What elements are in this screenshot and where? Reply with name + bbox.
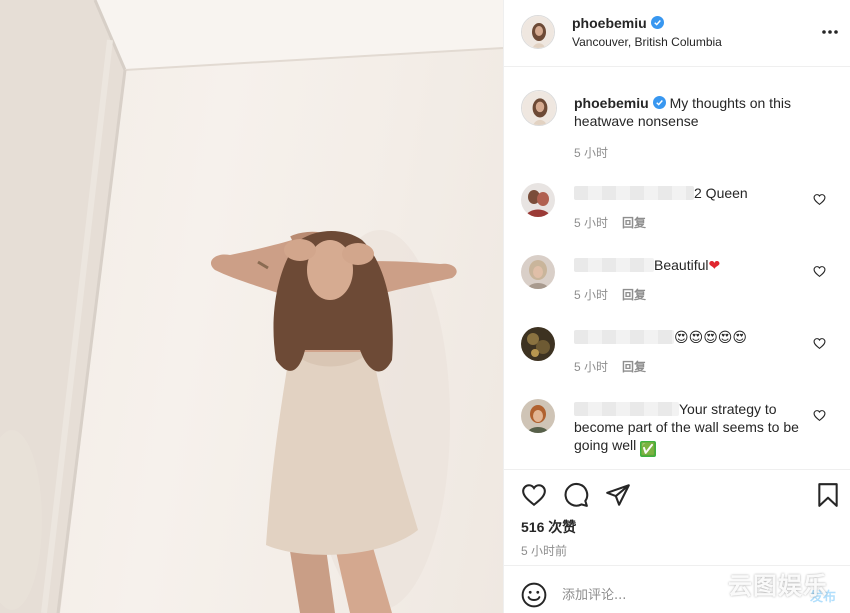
comment-like-icon[interactable] xyxy=(813,265,826,278)
comment-item: 😍😍😍😍😍 5 小时 回复 xyxy=(504,327,850,399)
redacted-username xyxy=(574,330,674,344)
comment-like-icon[interactable] xyxy=(813,409,826,422)
reply-button[interactable]: 回复 xyxy=(622,288,646,302)
comment-text-row: Beautiful❤ xyxy=(574,256,804,274)
commenter-avatar[interactable] xyxy=(521,327,555,361)
comment-icon[interactable] xyxy=(563,482,589,508)
author-avatar[interactable] xyxy=(521,15,555,49)
comment-meta: 5 小时 回复 xyxy=(574,358,646,375)
comment-text-row: 😍😍😍😍😍 xyxy=(574,328,804,346)
paper-plane-icon[interactable] xyxy=(605,482,631,508)
caption-author-avatar[interactable] xyxy=(521,90,557,126)
comment-like-icon[interactable] xyxy=(813,337,826,350)
post-photo[interactable] xyxy=(0,0,503,613)
verified-badge-icon xyxy=(650,16,664,29)
comment-meta: 5 小时 回复 xyxy=(574,286,646,303)
caption-time: 5 小时 xyxy=(574,146,609,160)
commenter-avatar[interactable] xyxy=(521,183,555,217)
post-actions: 516 次赞 5 小时前 xyxy=(504,469,850,564)
comment-text: 2 Queen xyxy=(694,185,748,201)
comment-item: Beautiful❤ 5 小时 回复 xyxy=(504,255,850,327)
comment-like-icon[interactable] xyxy=(813,193,826,206)
post-photo-art xyxy=(0,0,503,613)
post-caption: phoebemiu My thoughts on this heatwave n… xyxy=(574,94,819,130)
heart-emoji: ❤ xyxy=(708,257,721,273)
post-header: phoebemiu Vancouver, British Columbia xyxy=(504,0,850,67)
bookmark-icon[interactable] xyxy=(815,482,841,508)
comment-time: 5 小时 xyxy=(574,288,609,302)
more-options-icon[interactable] xyxy=(820,22,840,42)
like-count[interactable]: 516 次赞 xyxy=(521,517,576,537)
post-location[interactable]: Vancouver, British Columbia xyxy=(572,35,722,49)
verified-badge-icon xyxy=(652,96,666,109)
comment-text-row: 2 Queen xyxy=(574,184,804,202)
author-username-row: phoebemiu xyxy=(572,15,664,31)
redacted-username xyxy=(574,402,679,416)
comment-emojis: 😍😍😍😍😍 xyxy=(674,329,747,345)
redacted-username xyxy=(574,258,654,272)
reply-button[interactable]: 回复 xyxy=(622,216,646,230)
comment-time: 5 小时 xyxy=(574,360,609,374)
commenter-avatar[interactable] xyxy=(521,399,555,433)
comment-text: Beautiful xyxy=(654,257,709,273)
redacted-username xyxy=(574,186,694,200)
author-username[interactable]: phoebemiu xyxy=(572,15,647,31)
comment-time: 5 小时 xyxy=(574,216,609,230)
heart-icon[interactable] xyxy=(521,482,547,508)
comment-item: 2 Queen 5 小时 回复 xyxy=(504,183,850,255)
comment-item: Your strategy to become part of the wall… xyxy=(504,399,850,469)
reply-button[interactable]: 回复 xyxy=(622,360,646,374)
comments-list: phoebemiu My thoughts on this heatwave n… xyxy=(504,68,850,468)
commenter-avatar[interactable] xyxy=(521,255,555,289)
watermark-text: 云图娱乐 xyxy=(728,572,828,600)
post-side-panel: phoebemiu Vancouver, British Columbia ph… xyxy=(503,0,850,613)
caption-username[interactable]: phoebemiu xyxy=(574,95,649,111)
comment-input[interactable] xyxy=(562,586,732,604)
emoji-icon[interactable] xyxy=(521,582,547,608)
check-mark-emoji: ✅ xyxy=(640,441,657,457)
comment-text-row: Your strategy to become part of the wall… xyxy=(574,400,804,457)
post-time-ago: 5 小时前 xyxy=(521,544,568,558)
comment-meta: 5 小时 回复 xyxy=(574,214,646,231)
